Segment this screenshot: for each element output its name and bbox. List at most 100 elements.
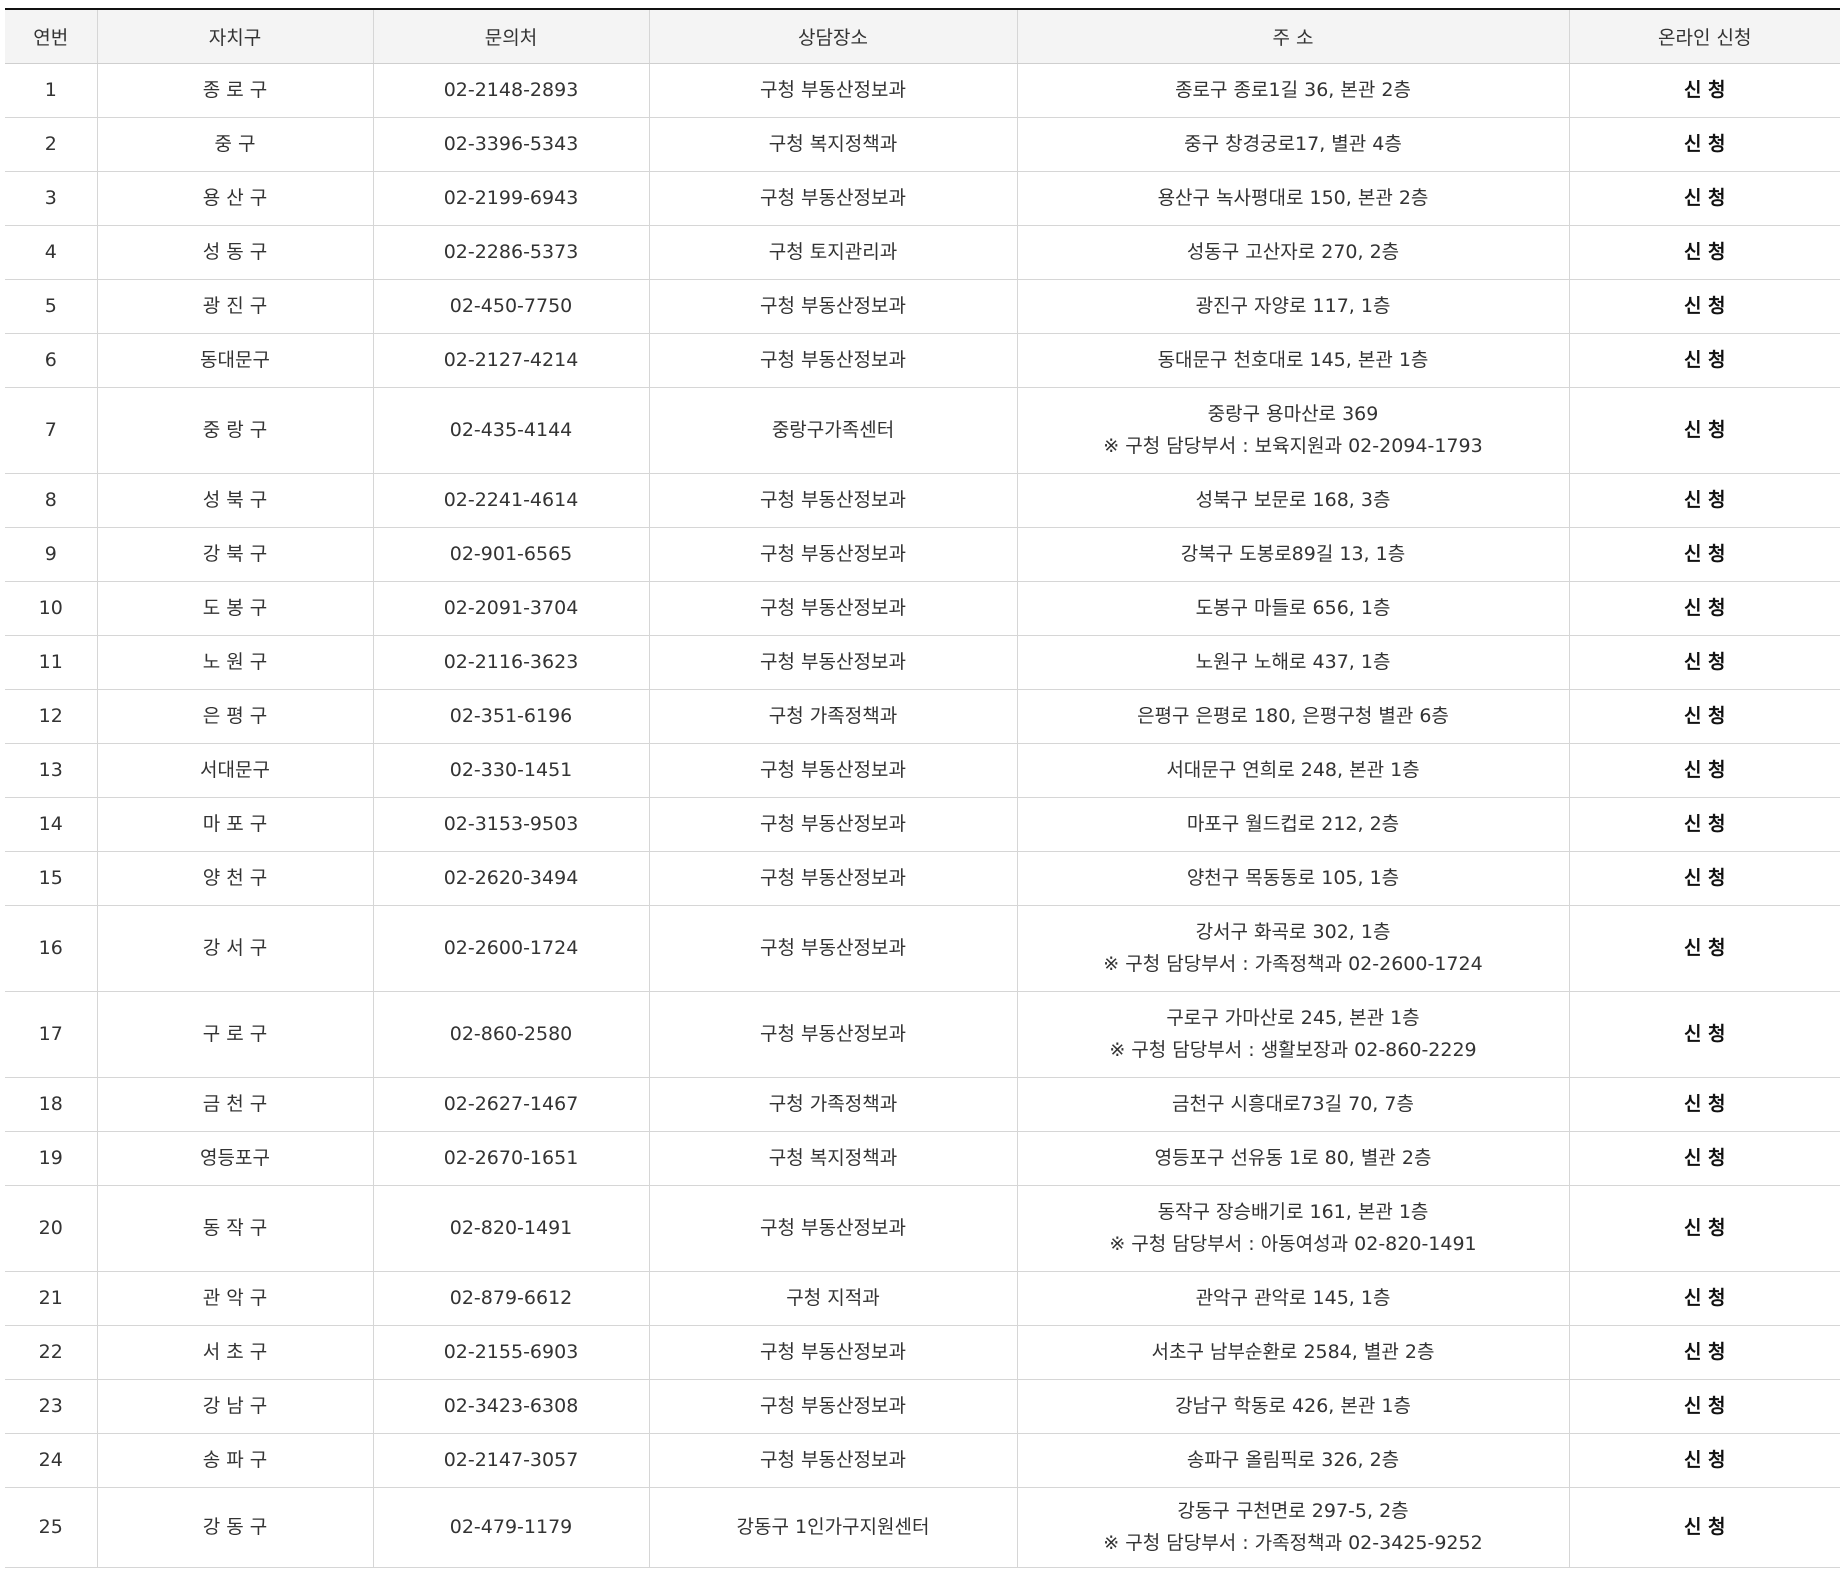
cell-no: 11 (5, 635, 97, 690)
address-text: 서대문구 연희로 248, 본관 1층 (1166, 759, 1420, 781)
apply-link[interactable]: 신 청 (1684, 867, 1726, 889)
cell-address: 도봉구 마들로 656, 1층 (1016, 581, 1569, 636)
apply-link[interactable]: 신 청 (1684, 1516, 1726, 1538)
table-row: 16 강 서 구 02-2600-1724 구청 부동산정보과 강서구 화곡로 302,… (5, 905, 1840, 992)
address-text: 성북구 보문로 168, 3층 (1195, 489, 1391, 511)
table-row: 21 관 악 구 02-879-6612 구청 지적과 관악구 관악로 145, 1층 신… (5, 1271, 1840, 1326)
apply-link[interactable]: 신 청 (1684, 295, 1726, 317)
cell-district: 종 로 구 (96, 63, 373, 118)
table-row: 10 도 봉 구 02-2091-3704 구청 부동산정보과 도봉구 마들로 656,… (5, 581, 1840, 636)
cell-no: 18 (5, 1077, 97, 1132)
cell-place: 구청 부동산정보과 (648, 1185, 1017, 1272)
address-text: 관악구 관악로 145, 1층 (1195, 1287, 1391, 1309)
apply-link[interactable]: 신 청 (1684, 1287, 1726, 1309)
apply-link[interactable]: 신 청 (1684, 1093, 1726, 1115)
address-text: 광진구 자양로 117, 1층 (1195, 295, 1391, 317)
apply-link[interactable]: 신 청 (1684, 187, 1726, 209)
apply-link[interactable]: 신 청 (1684, 241, 1726, 263)
table-row: 17 구 로 구 02-860-2580 구청 부동산정보과 구로구 가마산로 245,… (5, 991, 1840, 1078)
table-row: 5광 진 구 02-450-7750 구청 부동산정보과 광진구 자양로 117, 1… (5, 279, 1840, 334)
cell-no: 16 (5, 905, 97, 992)
cell-phone: 02-2627-1467 (372, 1077, 649, 1132)
address-text: 강북구 도봉로89길 13, 1층 (1180, 543, 1406, 565)
cell-district: 노 원 구 (96, 635, 373, 690)
apply-link[interactable]: 신 청 (1684, 1395, 1726, 1417)
table-row: 3용 산 구 02-2199-6943 구청 부동산정보과 용산구 녹사평대로 150… (5, 171, 1840, 226)
address-text: 노원구 노해로 437, 1층 (1195, 651, 1391, 673)
cell-district: 성 북 구 (96, 473, 373, 528)
apply-link[interactable]: 신 청 (1684, 705, 1726, 727)
header-place: 상담장소 (648, 8, 1017, 64)
apply-link[interactable]: 신 청 (1684, 489, 1726, 511)
apply-link[interactable]: 신 청 (1684, 651, 1726, 673)
address-text: 마포구 월드컵로 212, 2층 (1186, 813, 1400, 835)
cell-online: 신 청 (1568, 689, 1840, 744)
apply-link[interactable]: 신 청 (1684, 133, 1726, 155)
cell-place: 구청 부동산정보과 (648, 581, 1017, 636)
cell-district: 송 파 구 (96, 1433, 373, 1488)
apply-link[interactable]: 신 청 (1684, 597, 1726, 619)
cell-district: 마 포 구 (96, 797, 373, 852)
apply-link[interactable]: 신 청 (1684, 759, 1726, 781)
cell-phone: 02-2670-1651 (372, 1131, 649, 1186)
cell-district: 중 구 (96, 117, 373, 172)
apply-link[interactable]: 신 청 (1684, 543, 1726, 565)
table-body: 1종 로 구 02-2148-2893 구청 부동산정보과 종로구 종로1길 36, … (5, 63, 1840, 1568)
apply-link[interactable]: 신 청 (1684, 937, 1726, 959)
address-text: 도봉구 마들로 656, 1층 (1195, 597, 1391, 619)
address-note: ※ 구청 담당부서 : 생활보장과 02-860-2229 (1109, 1039, 1477, 1061)
apply-link[interactable]: 신 청 (1684, 349, 1726, 371)
table-header: 연번 자치구 문의처 상담장소 주 소 온라인 신청 (5, 8, 1840, 64)
cell-district: 강 동 구 (96, 1487, 373, 1568)
apply-link[interactable]: 신 청 (1684, 79, 1726, 101)
apply-link[interactable]: 신 청 (1684, 1023, 1726, 1045)
address-note: ※ 구청 담당부서 : 가족정책과 02-2600-1724 (1103, 953, 1483, 975)
cell-address: 마포구 월드컵로 212, 2층 (1016, 797, 1569, 852)
cell-place: 구청 부동산정보과 (648, 473, 1017, 528)
cell-no: 22 (5, 1325, 97, 1380)
cell-place: 구청 부동산정보과 (648, 991, 1017, 1078)
address-note: ※ 구청 담당부서 : 가족정책과 02-3425-9252 (1103, 1532, 1483, 1554)
apply-link[interactable]: 신 청 (1684, 419, 1726, 441)
cell-online: 신 청 (1568, 581, 1840, 636)
cell-online: 신 청 (1568, 1185, 1840, 1272)
cell-district: 동대문구 (96, 333, 373, 388)
cell-address: 노원구 노해로 437, 1층 (1016, 635, 1569, 690)
cell-address: 중구 창경궁로17, 별관 4층 (1016, 117, 1569, 172)
table-row: 4성 동 구 02-2286-5373 구청 토지관리과 성동구 고산자로 270, … (5, 225, 1840, 280)
cell-place: 구청 부동산정보과 (648, 905, 1017, 992)
table-row: 14 마 포 구 02-3153-9503 구청 부동산정보과 마포구 월드컵로 212… (5, 797, 1840, 852)
table-row: 23 강 남 구 02-3423-6308 구청 부동산정보과 강남구 학동로 426,… (5, 1379, 1840, 1434)
cell-online: 신 청 (1568, 225, 1840, 280)
cell-online: 신 청 (1568, 1487, 1840, 1568)
cell-online: 신 청 (1568, 1131, 1840, 1186)
cell-address: 종로구 종로1길 36, 본관 2층 (1016, 63, 1569, 118)
cell-no: 7 (5, 387, 97, 474)
cell-no: 6 (5, 333, 97, 388)
cell-phone: 02-2620-3494 (372, 851, 649, 906)
cell-place: 구청 부동산정보과 (648, 171, 1017, 226)
cell-online: 신 청 (1568, 63, 1840, 118)
apply-link[interactable]: 신 청 (1684, 1147, 1726, 1169)
address-note: ※ 구청 담당부서 : 보육지원과 02-2094-1793 (1103, 435, 1483, 457)
cell-place: 구청 복지정책과 (648, 1131, 1017, 1186)
cell-phone: 02-2147-3057 (372, 1433, 649, 1488)
cell-online: 신 청 (1568, 905, 1840, 992)
table-row: 22 서 초 구 02-2155-6903 구청 부동산정보과 서초구 남부순환로 25… (5, 1325, 1840, 1380)
apply-link[interactable]: 신 청 (1684, 1449, 1726, 1471)
cell-online: 신 청 (1568, 743, 1840, 798)
apply-link[interactable]: 신 청 (1684, 813, 1726, 835)
cell-address: 관악구 관악로 145, 1층 (1016, 1271, 1569, 1326)
address-text: 동대문구 천호대로 145, 본관 1층 (1157, 349, 1429, 371)
cell-place: 구청 가족정책과 (648, 689, 1017, 744)
apply-link[interactable]: 신 청 (1684, 1341, 1726, 1363)
table-row: 2중 구 02-3396-5343 구청 복지정책과 중구 창경궁로17, 별관 4층… (5, 117, 1840, 172)
header-row: 연번 자치구 문의처 상담장소 주 소 온라인 신청 (5, 8, 1840, 64)
cell-district: 강 북 구 (96, 527, 373, 582)
cell-address: 광진구 자양로 117, 1층 (1016, 279, 1569, 334)
table-row: 15 양 천 구 02-2620-3494 구청 부동산정보과 양천구 목동동로 105… (5, 851, 1840, 906)
cell-place: 구청 토지관리과 (648, 225, 1017, 280)
cell-place: 구청 부동산정보과 (648, 1379, 1017, 1434)
cell-phone: 02-901-6565 (372, 527, 649, 582)
apply-link[interactable]: 신 청 (1684, 1217, 1726, 1239)
